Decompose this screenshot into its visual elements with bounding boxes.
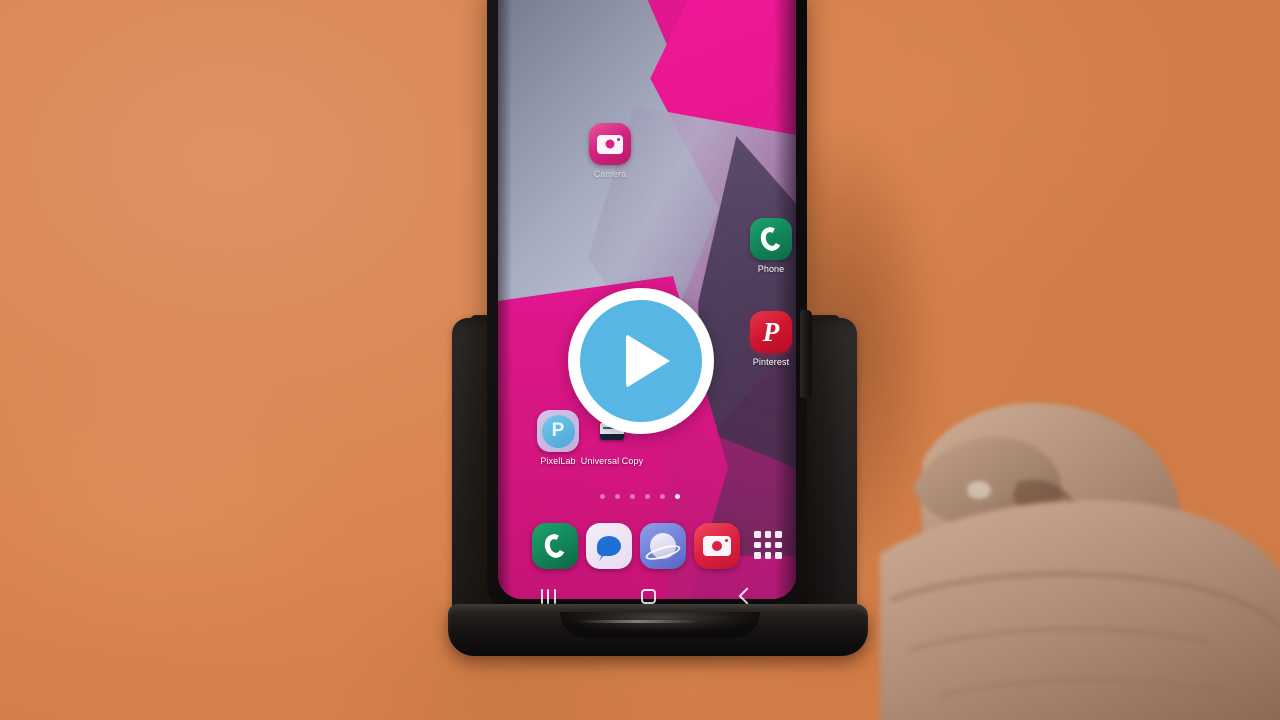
internet-icon (644, 533, 682, 563)
play-button-disc (580, 300, 702, 422)
recents-icon[interactable] (540, 588, 556, 604)
phone-icon (750, 218, 792, 260)
home-icon[interactable] (640, 588, 656, 604)
back-icon[interactable] (738, 587, 756, 605)
app-icon-pinterest[interactable]: P Pinterest (739, 311, 803, 368)
app-label-universal-copy: Universal Copy (580, 456, 644, 466)
app-label-pinterest: Pinterest (752, 357, 790, 367)
play-triangle-icon (626, 334, 670, 388)
hand-palm (880, 500, 1280, 720)
page-dot[interactable] (660, 494, 665, 499)
phone-stand-lip (560, 612, 760, 638)
app-grid-icon[interactable] (750, 527, 786, 563)
dock-item-camera[interactable] (694, 523, 740, 569)
hand-lower (880, 500, 1280, 720)
pinterest-icon: P (750, 311, 792, 353)
app-label-camera: Camera (593, 169, 627, 179)
phone-icon (541, 531, 569, 561)
page-dot[interactable] (615, 494, 620, 499)
dock-item-phone[interactable] (532, 523, 578, 569)
pinterest-glyph: P (762, 316, 780, 347)
app-icon-camera[interactable]: Camera (578, 123, 642, 180)
dock (532, 520, 782, 572)
dock-item-messages[interactable] (586, 523, 632, 569)
page-dot-active[interactable] (675, 494, 680, 499)
play-button-overlay[interactable] (568, 288, 714, 434)
dock-item-internet[interactable] (640, 523, 686, 569)
page-dot[interactable] (645, 494, 650, 499)
phone-stand-lip-highlight (578, 620, 698, 623)
wallpaper-right-shade (774, 0, 796, 599)
app-icon-phone[interactable]: Phone (739, 218, 803, 275)
page-dot[interactable] (630, 494, 635, 499)
camera-icon (589, 123, 631, 165)
camera-icon (703, 536, 731, 556)
wallpaper-left-shade (498, 0, 512, 599)
messages-icon (597, 536, 621, 556)
app-label-phone: Phone (757, 264, 785, 274)
pixellab-icon: P (537, 410, 579, 452)
page-dot[interactable] (600, 494, 605, 499)
pixellab-glyph: P (541, 414, 575, 448)
